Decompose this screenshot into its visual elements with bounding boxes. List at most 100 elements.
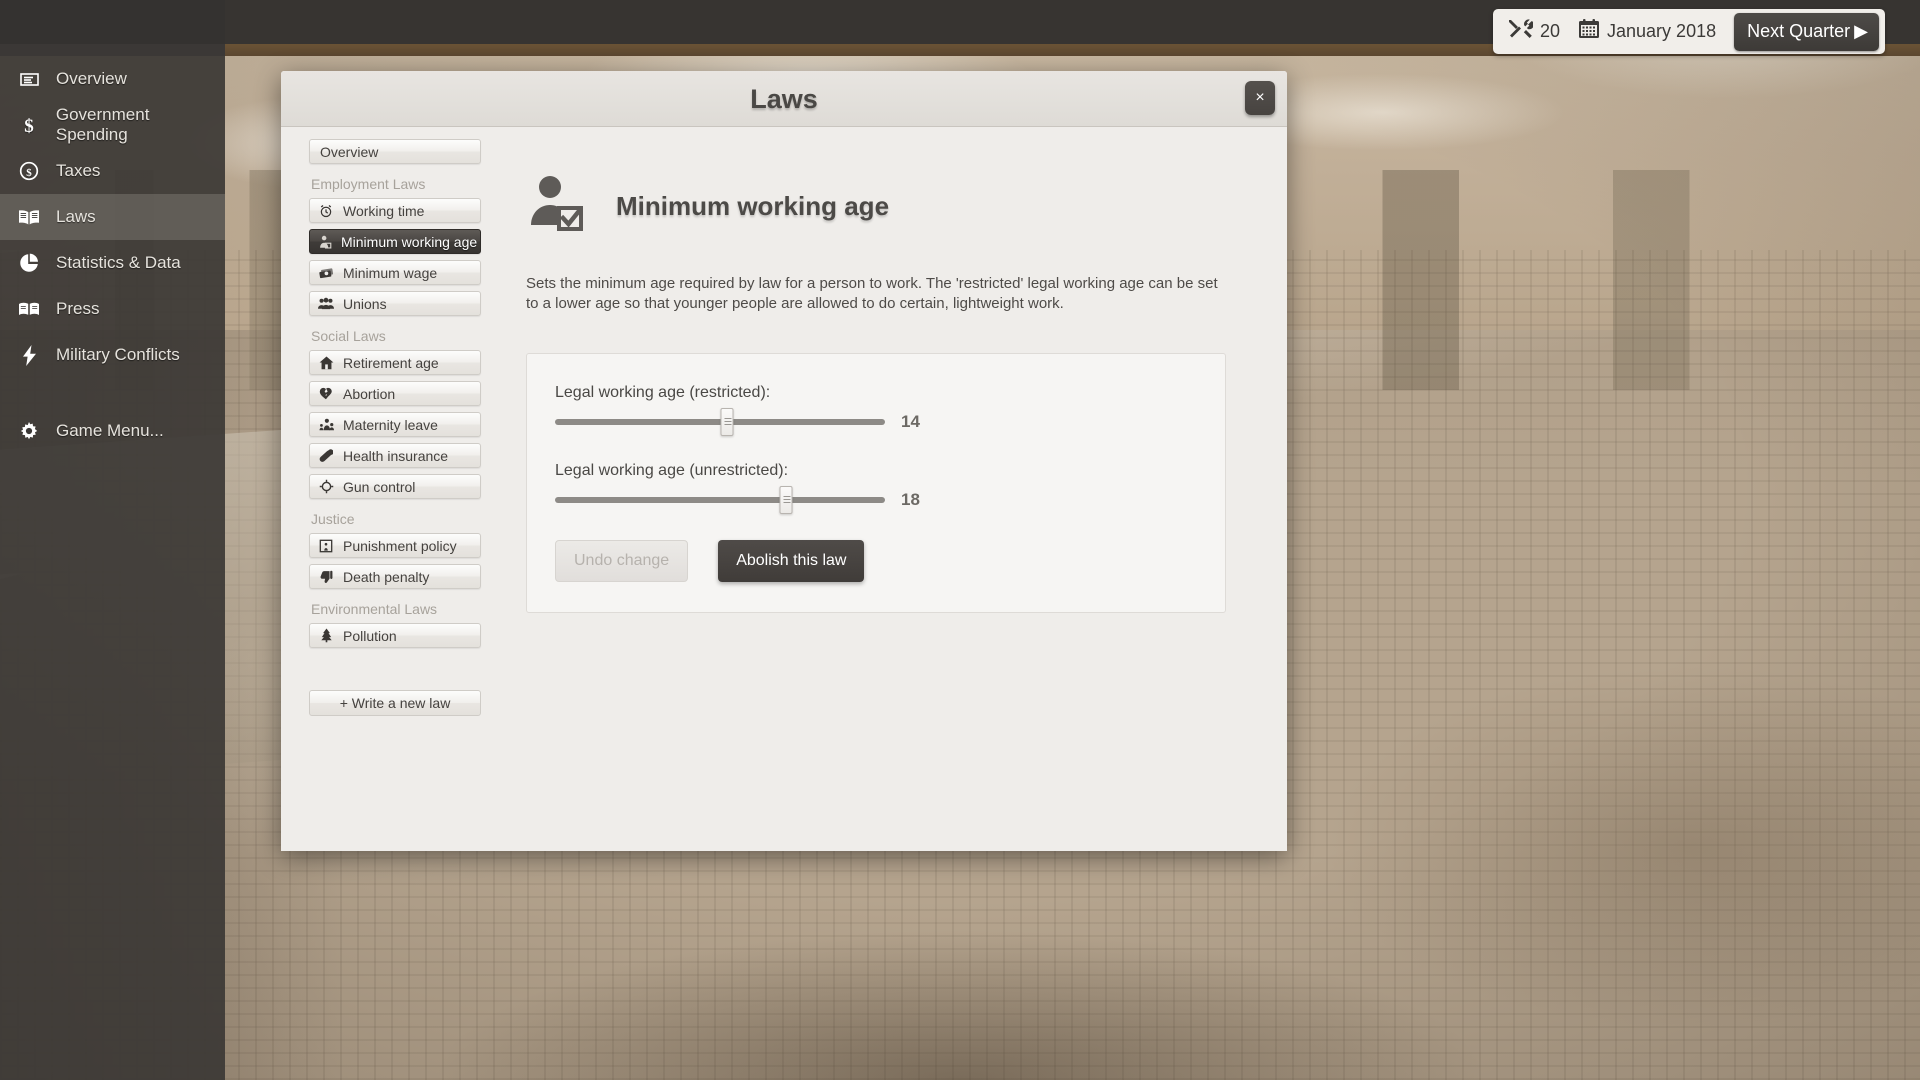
sidebar-item-label: Taxes [56, 161, 100, 181]
coin-icon: $ [18, 161, 40, 181]
law-item-death-penalty[interactable]: Death penalty [309, 564, 481, 589]
law-settings-card: Legal working age (restricted): 14 Legal… [526, 353, 1226, 613]
sidebar-item-label: Military Conflicts [56, 345, 180, 365]
law-description: Sets the minimum age required by law for… [526, 274, 1226, 315]
law-item-gun-control[interactable]: Gun control [309, 474, 481, 499]
book-icon [18, 209, 40, 226]
law-item-label: Working time [343, 203, 424, 219]
slider-label: Legal working age (restricted): [555, 384, 1193, 402]
family-icon [318, 418, 334, 431]
law-item-abortion[interactable]: Abortion [309, 381, 481, 406]
house-icon [318, 356, 334, 370]
slider-label: Legal working age (unrestricted): [555, 462, 1193, 480]
sidebar-item-label: Government Spending [56, 105, 225, 145]
law-overview-label: Overview [320, 144, 378, 160]
sidebar-item-taxes[interactable]: $ Taxes [0, 148, 225, 194]
restricted-age-slider[interactable] [555, 419, 885, 425]
sidebar-item-military-conflicts[interactable]: Military Conflicts [0, 332, 225, 378]
sidebar-item-statistics-data[interactable]: Statistics & Data [0, 240, 225, 286]
law-group-title: Social Laws [311, 328, 471, 344]
law-item-label: Pollution [343, 628, 397, 644]
law-group-title: Justice [311, 511, 471, 527]
slider-thumb[interactable] [780, 486, 793, 514]
law-overview-button[interactable]: Overview [309, 139, 481, 164]
dialog-header: Laws × [281, 71, 1287, 127]
law-detail-panel: Minimum working age Sets the minimum age… [481, 127, 1287, 851]
crosshair-icon [318, 479, 334, 494]
law-group-title: Employment Laws [311, 176, 471, 192]
undo-change-button[interactable]: Undo change [555, 540, 688, 582]
header-status-bar: 20 Janua [1493, 9, 1885, 54]
sidebar-item-label: Overview [56, 69, 127, 89]
slider-row: 18 [555, 490, 1193, 510]
abolish-law-button[interactable]: Abolish this law [718, 540, 864, 582]
law-item-health-insurance[interactable]: Health insurance [309, 443, 481, 468]
law-group-title: Environmental Laws [311, 601, 471, 617]
sidebar-item-label: Statistics & Data [56, 253, 181, 273]
law-item-label: Unions [343, 296, 387, 312]
law-item-label: Minimum wage [343, 265, 437, 281]
thumbs-down-icon [318, 570, 334, 584]
tree-icon [318, 628, 334, 643]
sidebar-item-government-spending[interactable]: $ Government Spending [0, 102, 225, 148]
next-quarter-label: Next Quarter [1747, 21, 1850, 42]
prison-icon [318, 539, 334, 553]
law-item-label: Abortion [343, 386, 395, 402]
money-icon [318, 266, 334, 280]
law-item-label: Minimum working age [341, 234, 477, 250]
law-item-pollution[interactable]: Pollution [309, 623, 481, 648]
law-item-unions[interactable]: Unions [309, 291, 481, 316]
write-new-law-button[interactable]: + Write a new law [309, 690, 481, 716]
law-item-label: Death penalty [343, 569, 429, 585]
svg-text:$: $ [24, 116, 34, 135]
current-date: January 2018 [1607, 21, 1716, 42]
calendar-icon [1578, 19, 1600, 44]
next-quarter-button[interactable]: Next Quarter ▶ [1734, 13, 1879, 51]
worker-icon [318, 235, 332, 249]
play-arrow-icon: ▶ [1854, 21, 1868, 42]
law-list: Overview Employment Laws Working time [281, 127, 481, 851]
dialog-body: Overview Employment Laws Working time [281, 127, 1287, 851]
slider-group-unrestricted: Legal working age (unrestricted): 18 [555, 462, 1193, 510]
law-item-minimum-working-age[interactable]: Minimum working age [309, 229, 481, 254]
law-item-retirement-age[interactable]: Retirement age [309, 350, 481, 375]
gear-icon [18, 421, 40, 441]
topbar-left [0, 0, 225, 44]
lightning-icon [18, 345, 40, 366]
sidebar-item-laws[interactable]: Laws [0, 194, 225, 240]
slider-row: 14 [555, 412, 1193, 432]
sidebar-spacer [0, 378, 225, 408]
law-detail-title: Minimum working age [616, 191, 889, 222]
close-icon[interactable]: × [1245, 81, 1275, 115]
law-item-punishment-policy[interactable]: Punishment policy [309, 533, 481, 558]
slider-value: 18 [901, 490, 927, 510]
slider-value: 14 [901, 412, 927, 432]
sidebar-item-press[interactable]: Press [0, 286, 225, 332]
overview-icon [18, 72, 40, 87]
slider-group-restricted: Legal working age (restricted): 14 [555, 384, 1193, 432]
law-item-label: Punishment policy [343, 538, 457, 554]
sidebar-item-label: Press [56, 299, 99, 319]
people-group-icon [318, 297, 334, 310]
sidebar-item-overview[interactable]: Overview [0, 56, 225, 102]
law-item-label: Gun control [343, 479, 415, 495]
law-item-label: Maternity leave [343, 417, 438, 433]
game-screen: 20 Janua [0, 0, 1920, 1080]
main-sidebar: Overview $ Government Spending $ Taxes [0, 56, 225, 1080]
law-item-working-time[interactable]: Working time [309, 198, 481, 223]
pill-icon [318, 449, 334, 463]
law-item-minimum-wage[interactable]: Minimum wage [309, 260, 481, 285]
alarm-clock-icon [318, 204, 334, 218]
dollar-icon: $ [18, 115, 40, 135]
page-title: Laws [281, 71, 1287, 127]
law-item-maternity-leave[interactable]: Maternity leave [309, 412, 481, 437]
law-item-label: Health insurance [343, 448, 448, 464]
sidebar-item-label: Game Menu... [56, 421, 164, 441]
sidebar-item-game-menu[interactable]: Game Menu... [0, 408, 225, 454]
worker-checkbox-icon [526, 173, 588, 240]
slider-thumb[interactable] [720, 408, 733, 436]
svg-text:$: $ [26, 167, 32, 179]
unrestricted-age-slider[interactable] [555, 497, 885, 503]
tools-value: 20 [1540, 21, 1560, 42]
sidebar-item-label: Laws [56, 207, 96, 227]
